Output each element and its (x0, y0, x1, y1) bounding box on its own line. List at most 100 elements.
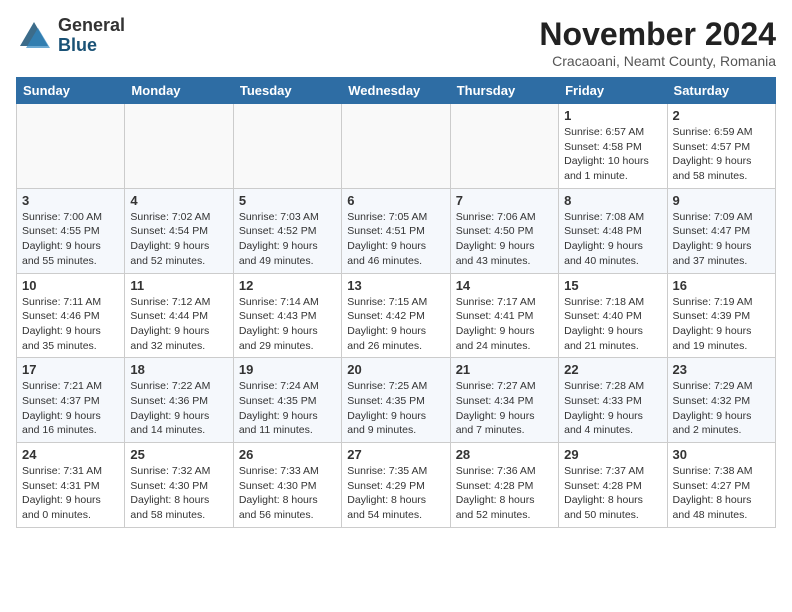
calendar-cell-w4-d3: 19Sunrise: 7:24 AM Sunset: 4:35 PM Dayli… (233, 358, 341, 443)
week-row-4: 17Sunrise: 7:21 AM Sunset: 4:37 PM Dayli… (17, 358, 776, 443)
calendar-cell-w4-d4: 20Sunrise: 7:25 AM Sunset: 4:35 PM Dayli… (342, 358, 450, 443)
calendar-cell-w3-d6: 15 Sunrise: 7:18 AM Sunset: 4:40 PM Dayli… (559, 273, 667, 358)
calendar-cell-w3-d2: 11Sunrise: 7:12 AM Sunset: 4:44 PM Dayli… (125, 273, 233, 358)
calendar-cell-w2-d5: 7 Sunrise: 7:06 AM Sunset: 4:50 PM Daylig… (450, 188, 558, 273)
day-info: Sunrise: 7:14 AM Sunset: 4:43 PM Dayligh… (239, 295, 336, 354)
day-number: 15 (564, 278, 661, 293)
day-number: 22 (564, 362, 661, 377)
day-info: Sunrise: 7:08 AM Sunset: 4:48 PM Dayligh… (564, 210, 661, 269)
day-number: 29 (564, 447, 661, 462)
day-number: 4 (130, 193, 227, 208)
calendar-cell-w4-d7: 23Sunrise: 7:29 AM Sunset: 4:32 PM Dayli… (667, 358, 775, 443)
calendar-cell-w5-d4: 27 Sunrise: 7:35 AM Sunset: 4:29 PM Dayli… (342, 443, 450, 528)
day-number: 2 (673, 108, 770, 123)
day-number: 12 (239, 278, 336, 293)
calendar-cell-w4-d5: 21 Sunrise: 7:27 AM Sunset: 4:34 PM Dayli… (450, 358, 558, 443)
day-number: 13 (347, 278, 444, 293)
calendar-cell-w2-d4: 6 Sunrise: 7:05 AM Sunset: 4:51 PM Daylig… (342, 188, 450, 273)
logo: General Blue (16, 16, 125, 56)
calendar-cell-w1-d6: 1 Sunrise: 6:57 AM Sunset: 4:58 PM Daylig… (559, 104, 667, 189)
calendar-cell-w2-d6: 8 Sunrise: 7:08 AM Sunset: 4:48 PM Daylig… (559, 188, 667, 273)
day-number: 14 (456, 278, 553, 293)
logo-text: General Blue (58, 16, 125, 56)
header: General Blue November 2024 Cracaoani, Ne… (16, 16, 776, 69)
day-info: Sunrise: 6:59 AM Sunset: 4:57 PM Dayligh… (673, 125, 770, 184)
header-thursday: Thursday (450, 78, 558, 104)
calendar-cell-w4-d1: 17Sunrise: 7:21 AM Sunset: 4:37 PM Dayli… (17, 358, 125, 443)
day-number: 10 (22, 278, 119, 293)
day-info: Sunrise: 7:38 AM Sunset: 4:27 PM Dayligh… (673, 464, 770, 523)
calendar-cell-w5-d1: 24Sunrise: 7:31 AM Sunset: 4:31 PM Dayli… (17, 443, 125, 528)
day-number: 7 (456, 193, 553, 208)
calendar-cell-w2-d1: 3 Sunrise: 7:00 AM Sunset: 4:55 PM Daylig… (17, 188, 125, 273)
day-number: 1 (564, 108, 661, 123)
day-info: Sunrise: 7:09 AM Sunset: 4:47 PM Dayligh… (673, 210, 770, 269)
calendar-cell-w1-d4 (342, 104, 450, 189)
subtitle: Cracaoani, Neamt County, Romania (539, 53, 776, 69)
day-number: 8 (564, 193, 661, 208)
calendar-cell-w1-d3 (233, 104, 341, 189)
day-info: Sunrise: 7:35 AM Sunset: 4:29 PM Dayligh… (347, 464, 444, 523)
calendar-cell-w5-d5: 28Sunrise: 7:36 AM Sunset: 4:28 PM Dayli… (450, 443, 558, 528)
calendar-cell-w2-d3: 5 Sunrise: 7:03 AM Sunset: 4:52 PM Daylig… (233, 188, 341, 273)
day-number: 24 (22, 447, 119, 462)
day-info: Sunrise: 7:33 AM Sunset: 4:30 PM Dayligh… (239, 464, 336, 523)
calendar: Sunday Monday Tuesday Wednesday Thursday… (16, 77, 776, 528)
day-number: 28 (456, 447, 553, 462)
day-info: Sunrise: 7:29 AM Sunset: 4:32 PM Dayligh… (673, 379, 770, 438)
day-info: Sunrise: 7:27 AM Sunset: 4:34 PM Dayligh… (456, 379, 553, 438)
day-number: 6 (347, 193, 444, 208)
logo-icon (16, 18, 52, 54)
day-info: Sunrise: 7:06 AM Sunset: 4:50 PM Dayligh… (456, 210, 553, 269)
day-number: 3 (22, 193, 119, 208)
calendar-cell-w4-d2: 18 Sunrise: 7:22 AM Sunset: 4:36 PM Dayli… (125, 358, 233, 443)
header-tuesday: Tuesday (233, 78, 341, 104)
calendar-cell-w3-d5: 14 Sunrise: 7:17 AM Sunset: 4:41 PM Dayli… (450, 273, 558, 358)
day-number: 20 (347, 362, 444, 377)
logo-general: General (58, 15, 125, 35)
week-row-3: 10 Sunrise: 7:11 AM Sunset: 4:46 PM Dayli… (17, 273, 776, 358)
calendar-cell-w3-d7: 16 Sunrise: 7:19 AM Sunset: 4:39 PM Dayli… (667, 273, 775, 358)
day-info: Sunrise: 7:02 AM Sunset: 4:54 PM Dayligh… (130, 210, 227, 269)
calendar-cell-w5-d6: 29 Sunrise: 7:37 AM Sunset: 4:28 PM Dayli… (559, 443, 667, 528)
day-number: 18 (130, 362, 227, 377)
day-info: Sunrise: 7:12 AM Sunset: 4:44 PM Dayligh… (130, 295, 227, 354)
header-sunday: Sunday (17, 78, 125, 104)
header-friday: Friday (559, 78, 667, 104)
calendar-cell-w1-d5 (450, 104, 558, 189)
calendar-cell-w5-d7: 30Sunrise: 7:38 AM Sunset: 4:27 PM Dayli… (667, 443, 775, 528)
day-info: Sunrise: 7:17 AM Sunset: 4:41 PM Dayligh… (456, 295, 553, 354)
day-number: 21 (456, 362, 553, 377)
day-info: Sunrise: 7:05 AM Sunset: 4:51 PM Dayligh… (347, 210, 444, 269)
header-wednesday: Wednesday (342, 78, 450, 104)
calendar-cell-w5-d3: 26 Sunrise: 7:33 AM Sunset: 4:30 PM Dayli… (233, 443, 341, 528)
day-info: Sunrise: 7:37 AM Sunset: 4:28 PM Dayligh… (564, 464, 661, 523)
calendar-cell-w3-d1: 10 Sunrise: 7:11 AM Sunset: 4:46 PM Dayli… (17, 273, 125, 358)
header-saturday: Saturday (667, 78, 775, 104)
title-area: November 2024 Cracaoani, Neamt County, R… (539, 16, 776, 69)
day-info: Sunrise: 7:22 AM Sunset: 4:36 PM Dayligh… (130, 379, 227, 438)
month-title: November 2024 (539, 16, 776, 53)
day-number: 27 (347, 447, 444, 462)
week-row-2: 3 Sunrise: 7:00 AM Sunset: 4:55 PM Daylig… (17, 188, 776, 273)
day-info: Sunrise: 7:18 AM Sunset: 4:40 PM Dayligh… (564, 295, 661, 354)
day-number: 5 (239, 193, 336, 208)
day-info: Sunrise: 7:28 AM Sunset: 4:33 PM Dayligh… (564, 379, 661, 438)
calendar-cell-w2-d2: 4 Sunrise: 7:02 AM Sunset: 4:54 PM Daylig… (125, 188, 233, 273)
day-info: Sunrise: 6:57 AM Sunset: 4:58 PM Dayligh… (564, 125, 661, 184)
calendar-cell-w1-d2 (125, 104, 233, 189)
weekday-header-row: Sunday Monday Tuesday Wednesday Thursday… (17, 78, 776, 104)
day-info: Sunrise: 7:11 AM Sunset: 4:46 PM Dayligh… (22, 295, 119, 354)
calendar-cell-w3-d3: 12 Sunrise: 7:14 AM Sunset: 4:43 PM Dayli… (233, 273, 341, 358)
day-number: 16 (673, 278, 770, 293)
day-info: Sunrise: 7:00 AM Sunset: 4:55 PM Dayligh… (22, 210, 119, 269)
day-number: 26 (239, 447, 336, 462)
day-info: Sunrise: 7:19 AM Sunset: 4:39 PM Dayligh… (673, 295, 770, 354)
calendar-cell-w1-d1 (17, 104, 125, 189)
calendar-cell-w1-d7: 2 Sunrise: 6:59 AM Sunset: 4:57 PM Daylig… (667, 104, 775, 189)
week-row-5: 24Sunrise: 7:31 AM Sunset: 4:31 PM Dayli… (17, 443, 776, 528)
day-info: Sunrise: 7:03 AM Sunset: 4:52 PM Dayligh… (239, 210, 336, 269)
logo-blue: Blue (58, 35, 97, 55)
day-number: 19 (239, 362, 336, 377)
day-number: 9 (673, 193, 770, 208)
